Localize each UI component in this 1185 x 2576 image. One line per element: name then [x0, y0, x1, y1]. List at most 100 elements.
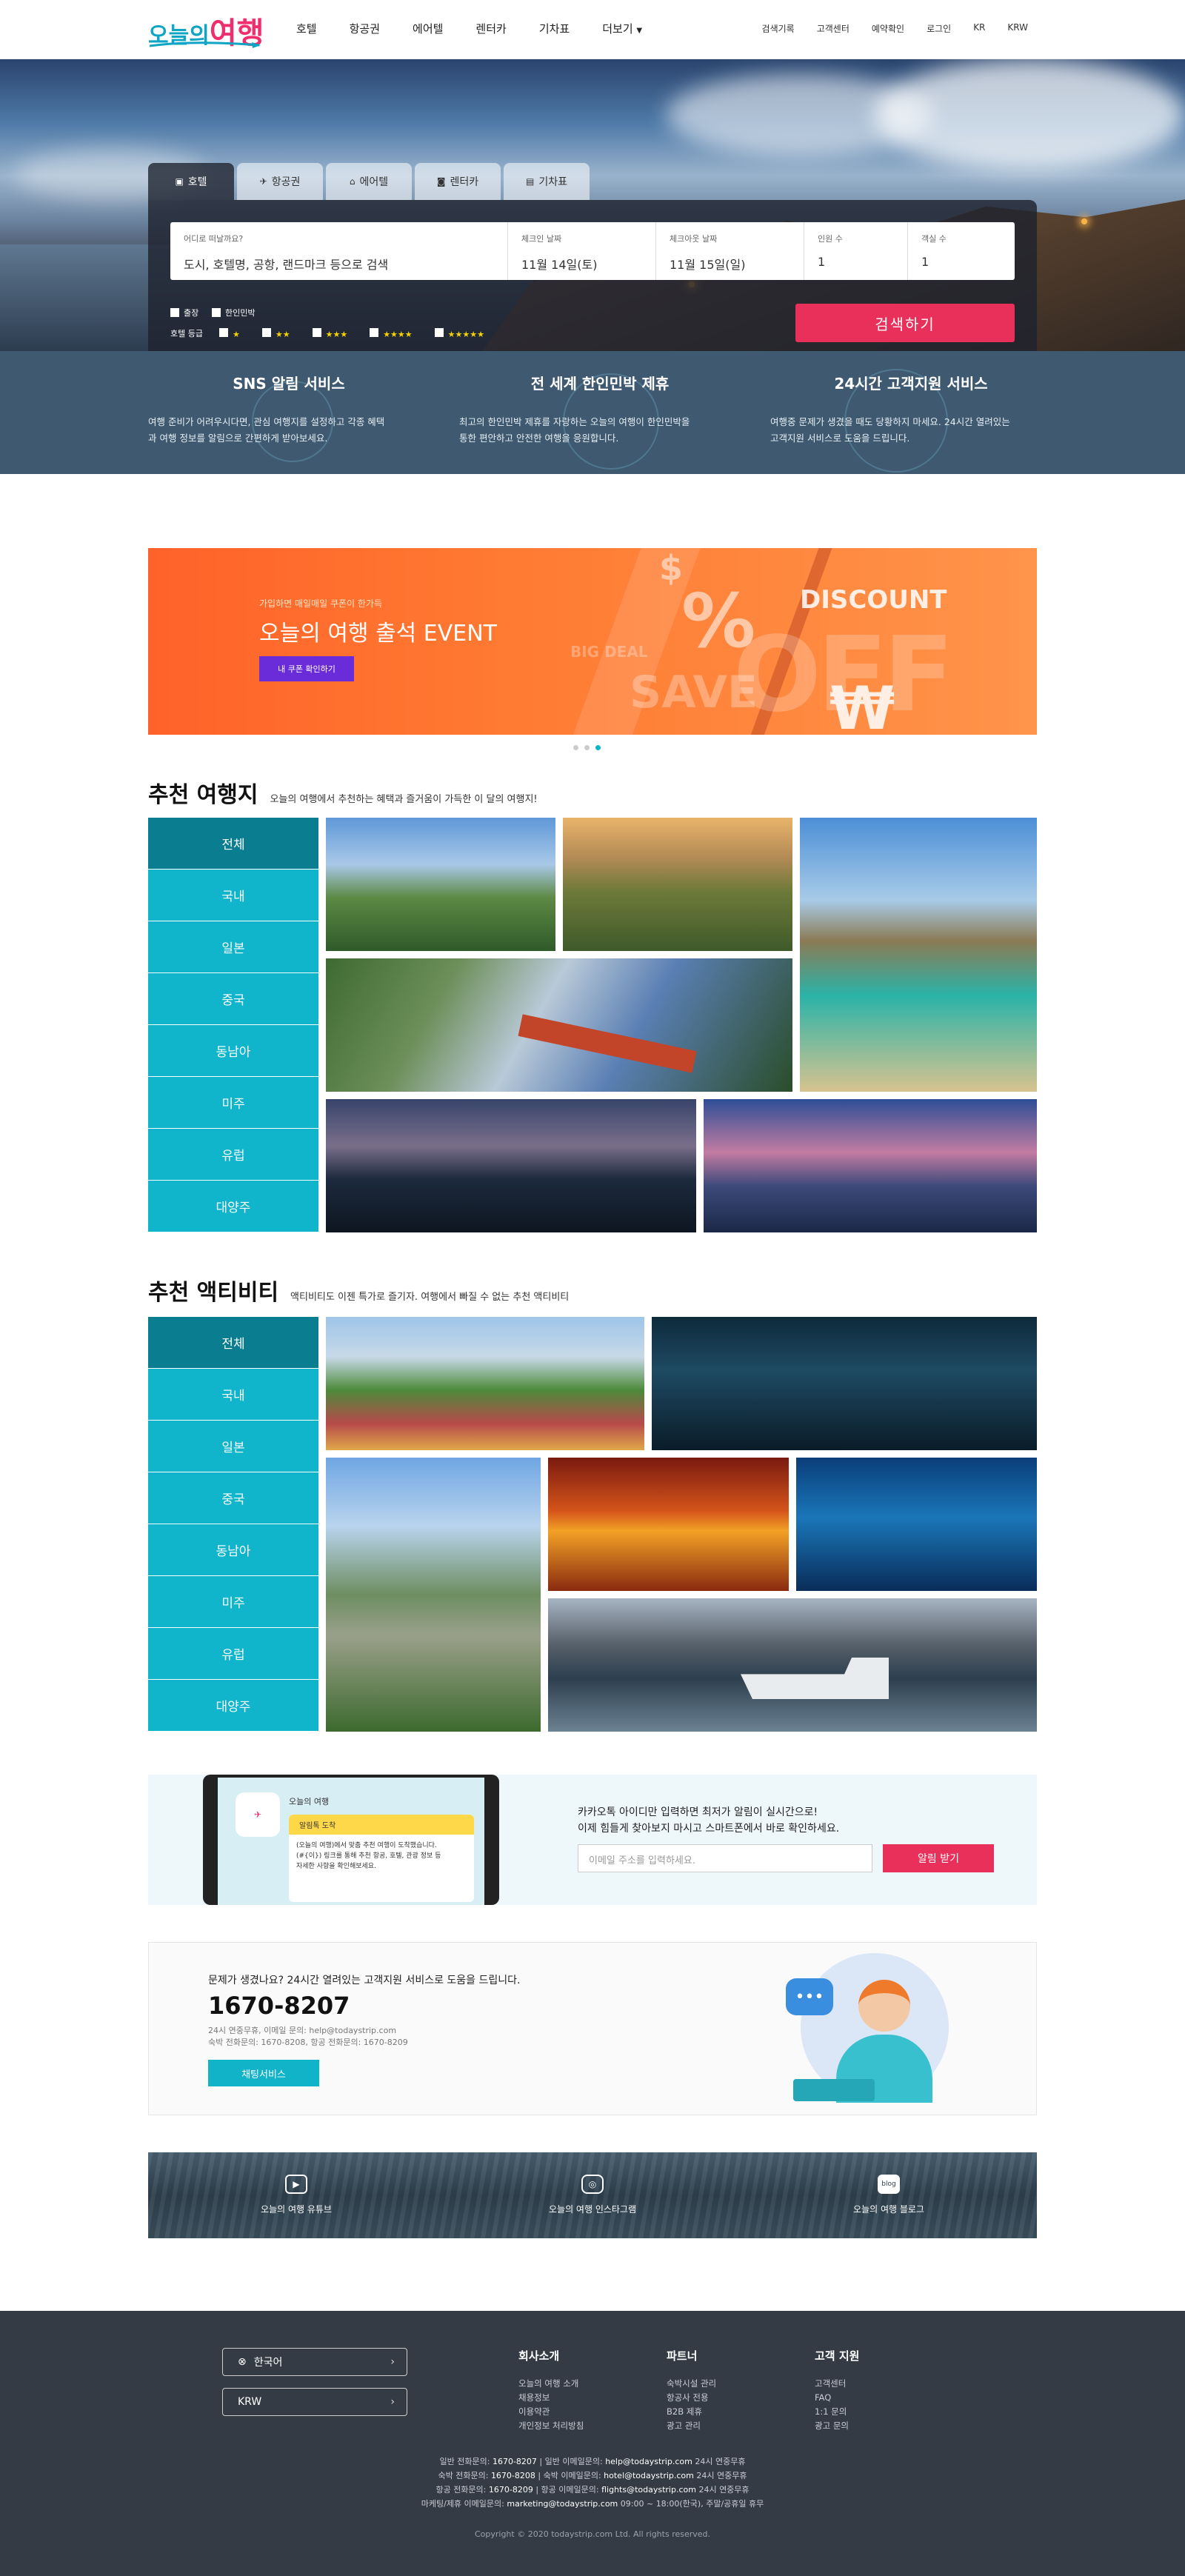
tab-airtel[interactable]: ⌂ 에어텔	[326, 163, 412, 200]
pagination-dot[interactable]	[584, 745, 590, 750]
footer-link[interactable]: 이용약관	[518, 2405, 584, 2419]
tab-rentcar[interactable]: ◙ 렌터카	[415, 163, 501, 200]
destination-photo-mountain-train[interactable]	[326, 958, 792, 1092]
star-icon: ★★★★	[383, 329, 413, 339]
grade-4star[interactable]: ★★★★	[370, 327, 415, 339]
tab-hotel[interactable]: ▣ 호텔	[148, 163, 234, 200]
util-reservation[interactable]: 예약확인	[872, 22, 904, 35]
util-login[interactable]: 로그인	[927, 22, 951, 35]
category-china[interactable]: 중국	[148, 1472, 318, 1524]
airtel-icon: ⌂	[349, 176, 356, 187]
option-business-trip[interactable]: 출장	[170, 307, 198, 318]
rooms-field[interactable]: 객실 수 1	[908, 222, 1015, 280]
checkout-field[interactable]: 체크아웃 날짜 11월 15일(일)	[656, 222, 804, 280]
footer-link[interactable]: 광고 문의	[815, 2419, 859, 2433]
footer-link[interactable]: 광고 관리	[667, 2419, 716, 2433]
footer-link[interactable]: B2B 제휴	[667, 2405, 716, 2419]
footer-link[interactable]: 채용정보	[518, 2391, 584, 2405]
footer-link[interactable]: 1:1 문의	[815, 2405, 859, 2419]
category-america[interactable]: 미주	[148, 1077, 318, 1129]
destination-field[interactable]: 어디로 떠날까요? 도시, 호텔명, 공항, 랜드마크 등으로 검색	[170, 222, 508, 280]
footer-link[interactable]: 오늘의 여행 소개	[518, 2377, 584, 2391]
activity-photo-balloon-festival[interactable]	[326, 1317, 644, 1450]
pagination-dot-active[interactable]	[595, 745, 601, 750]
util-customer-center[interactable]: 고객센터	[817, 22, 849, 35]
event-banner[interactable]: DISCOUNT OFF SAVE BIG DEAL % $ ₩ 가입하면 매일…	[148, 548, 1037, 735]
guests-field[interactable]: 인원 수 1	[804, 222, 908, 280]
tab-flight[interactable]: ✈ 항공권	[237, 163, 323, 200]
nav-more[interactable]: 더보기 ▼	[602, 21, 642, 36]
category-domestic[interactable]: 국내	[148, 1369, 318, 1421]
nav-train[interactable]: 기차표	[539, 21, 570, 36]
category-southeast-asia[interactable]: 동남아	[148, 1025, 318, 1077]
activity-photo-show[interactable]	[652, 1317, 1037, 1450]
destination-photo-jeju[interactable]	[563, 818, 792, 951]
chat-service-button[interactable]: 채팅서비스	[208, 2060, 319, 2086]
currency-select[interactable]: KRW ›	[222, 2388, 407, 2416]
sns-youtube[interactable]: ▶ 오늘의 여행 유튜브	[185, 2175, 407, 2215]
footer-link[interactable]: 숙박시설 관리	[667, 2377, 716, 2391]
cs-phone[interactable]: 1670-8207	[208, 1992, 350, 2020]
util-search-history[interactable]: 검색기록	[762, 22, 795, 35]
checkin-field[interactable]: 체크인 날짜 11월 14일(토)	[508, 222, 656, 280]
email-input[interactable]: 이메일 주소를 입력하세요.	[578, 1844, 872, 1872]
logo[interactable]: 오늘의 여행	[148, 9, 264, 50]
category-all[interactable]: 전체	[148, 818, 318, 870]
checkbox[interactable]	[261, 327, 271, 337]
pagination-dot[interactable]	[573, 745, 578, 750]
category-america[interactable]: 미주	[148, 1576, 318, 1628]
check-coupon-button[interactable]: 내 쿠폰 확인하기	[259, 656, 354, 681]
destination-photo-city-night[interactable]	[704, 1099, 1037, 1232]
category-japan[interactable]: 일본	[148, 1421, 318, 1472]
banner-title: 오늘의 여행 출석 EVENT	[259, 621, 498, 647]
category-southeast-asia[interactable]: 동남아	[148, 1524, 318, 1576]
category-domestic[interactable]: 국내	[148, 870, 318, 921]
checkbox[interactable]	[212, 308, 221, 317]
category-europe[interactable]: 유럽	[148, 1129, 318, 1181]
activity-photo-paragliding[interactable]	[326, 1458, 541, 1732]
category-all[interactable]: 전체	[148, 1317, 318, 1369]
footer-link[interactable]: 항공사 전용	[667, 2391, 716, 2405]
star-icon: ★	[232, 329, 240, 339]
activity-photo-cruise[interactable]	[548, 1598, 1037, 1732]
destination-input[interactable]: 도시, 호텔명, 공항, 랜드마크 등으로 검색	[184, 255, 494, 273]
nav-hotel[interactable]: 호텔	[296, 21, 317, 36]
agent-head	[858, 1980, 910, 2032]
activity-photo-surfing[interactable]	[548, 1458, 789, 1591]
option-korean-minbak[interactable]: 한인민박	[212, 307, 255, 318]
checkbox[interactable]	[370, 327, 379, 337]
get-alert-button[interactable]: 알림 받기	[883, 1844, 994, 1872]
phone-notification: 알림톡 도착 (오늘의 여행)에서 맞춤 추천 여행이 도착했습니다. (#{이…	[289, 1815, 474, 1902]
language-select[interactable]: ⊗ 한국어 ›	[222, 2348, 407, 2376]
footer-link[interactable]: 개인정보 처리방침	[518, 2419, 584, 2433]
grade-5star[interactable]: ★★★★★	[434, 327, 487, 339]
util-language[interactable]: KR	[973, 22, 985, 35]
footer-link[interactable]: FAQ	[815, 2391, 859, 2405]
sns-instagram[interactable]: ◎ 오늘의 여행 인스타그램	[481, 2175, 704, 2215]
checkbox[interactable]	[434, 327, 444, 337]
nav-flight[interactable]: 항공권	[350, 21, 380, 36]
category-europe[interactable]: 유럽	[148, 1628, 318, 1680]
category-china[interactable]: 중국	[148, 973, 318, 1025]
checkbox[interactable]	[218, 327, 228, 337]
grade-1star[interactable]: ★	[218, 327, 243, 339]
nav-rentcar[interactable]: 렌터카	[475, 21, 506, 36]
destination-photo-sydney[interactable]	[326, 1099, 696, 1232]
util-currency[interactable]: KRW	[1007, 22, 1028, 35]
activity-photo-aquarium[interactable]	[796, 1458, 1037, 1591]
category-japan[interactable]: 일본	[148, 921, 318, 973]
destination-photo-resort[interactable]	[326, 818, 555, 951]
checkbox[interactable]	[170, 308, 179, 317]
info-text: 일반 전화문의:	[439, 2457, 493, 2466]
category-oceania[interactable]: 대양주	[148, 1181, 318, 1232]
footer-link[interactable]: 고객센터	[815, 2377, 859, 2391]
grade-3star[interactable]: ★★★	[312, 327, 351, 339]
checkbox[interactable]	[312, 327, 321, 337]
sns-blog[interactable]: blog 오늘의 여행 블로그	[778, 2175, 1000, 2215]
destination-photo-beach[interactable]	[800, 818, 1037, 1092]
nav-airtel[interactable]: 에어텔	[413, 21, 443, 36]
grade-2star[interactable]: ★★	[261, 327, 293, 339]
tab-train[interactable]: ▤ 기차표	[504, 163, 590, 200]
category-oceania[interactable]: 대양주	[148, 1680, 318, 1732]
search-button[interactable]: 검색하기	[795, 304, 1015, 342]
